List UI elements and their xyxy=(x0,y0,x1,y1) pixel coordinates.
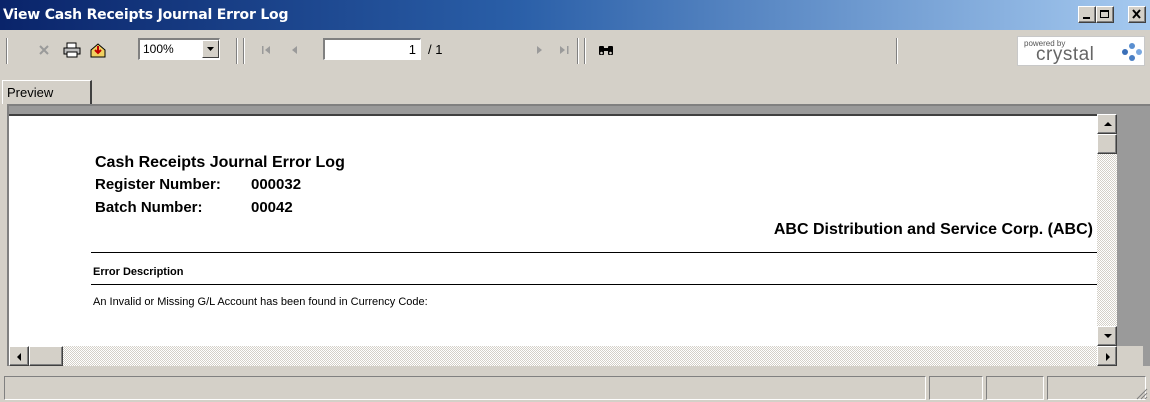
binoculars-icon xyxy=(599,46,613,55)
title-bar[interactable]: View Cash Receipts Journal Error Log xyxy=(0,0,1150,30)
chevron-down-icon xyxy=(207,47,214,51)
page-top-border xyxy=(9,114,1097,116)
report-viewer-window: View Cash Receipts Journal Error Log 100… xyxy=(0,0,1150,402)
error-description-header: Error Description xyxy=(93,266,184,278)
toolbar-separator xyxy=(584,38,586,64)
last-page-icon xyxy=(560,46,569,54)
register-number-value: 000032 xyxy=(251,176,302,193)
arrow-right-icon xyxy=(1106,353,1110,361)
batch-number-label: Batch Number: xyxy=(95,199,203,216)
status-bar xyxy=(0,372,1150,402)
maximize-button[interactable] xyxy=(1096,6,1114,23)
divider xyxy=(91,284,1097,285)
register-number-label: Register Number: xyxy=(95,176,221,193)
status-panel xyxy=(929,376,983,400)
vertical-scroll-thumb[interactable] xyxy=(1097,134,1117,154)
window-title: View Cash Receipts Journal Error Log xyxy=(3,7,289,23)
scroll-left-button[interactable] xyxy=(9,346,29,366)
crystal-dots-icon xyxy=(1122,43,1142,61)
toolbar-separator xyxy=(6,38,8,64)
next-page-button[interactable] xyxy=(530,40,550,60)
tab-preview[interactable]: Preview xyxy=(2,80,92,104)
tab-label: Preview xyxy=(7,85,54,100)
horizontal-scrollbar[interactable] xyxy=(9,346,1117,366)
close-x-icon xyxy=(39,45,49,55)
batch-number-value: 00042 xyxy=(251,199,293,216)
divider xyxy=(91,252,1097,253)
zoom-select[interactable]: 100% xyxy=(138,38,220,60)
zoom-value: 100% xyxy=(143,42,174,56)
company-name: ABC Distribution and Service Corp. (ABC) xyxy=(773,221,1093,238)
resize-grip-icon[interactable] xyxy=(1136,388,1148,400)
printer-icon xyxy=(63,42,81,58)
maximize-icon xyxy=(1100,10,1109,18)
next-page-icon xyxy=(537,46,542,54)
scrollbar-corner xyxy=(1117,346,1143,366)
previous-page-button[interactable] xyxy=(284,40,304,60)
toolbar-separator xyxy=(243,38,245,64)
first-page-button[interactable] xyxy=(256,40,276,60)
toolbar-separator xyxy=(236,38,238,64)
previous-page-icon xyxy=(292,46,297,54)
last-page-button[interactable] xyxy=(554,40,574,60)
status-panel xyxy=(986,376,1044,400)
status-panel xyxy=(1047,376,1146,400)
arrow-down-icon xyxy=(1104,334,1112,338)
toolbar-separator xyxy=(577,38,579,64)
scroll-right-button[interactable] xyxy=(1097,346,1117,366)
vertical-scrollbar[interactable] xyxy=(1097,114,1117,346)
search-button[interactable] xyxy=(596,40,616,60)
toolbar-separator xyxy=(896,38,898,64)
toolbar: 100% 1 / 1 powered by crystal xyxy=(0,30,1150,80)
minimize-icon xyxy=(1083,17,1090,19)
error-description-text: An Invalid or Missing G/L Account has be… xyxy=(93,296,428,308)
report-title: Cash Receipts Journal Error Log xyxy=(95,154,345,171)
page-total: / 1 xyxy=(428,42,443,57)
arrow-up-icon xyxy=(1104,122,1112,126)
first-page-icon xyxy=(262,46,270,54)
crystal-logo: powered by crystal xyxy=(1017,36,1145,66)
zoom-dropdown-button[interactable] xyxy=(202,40,219,58)
report-page: Cash Receipts Journal Error Log Register… xyxy=(9,114,1097,346)
close-icon xyxy=(1132,9,1141,19)
status-panel xyxy=(4,376,926,400)
minimize-button[interactable] xyxy=(1078,6,1096,23)
arrow-left-icon xyxy=(17,353,21,361)
crystal-brand-text: crystal xyxy=(1036,44,1095,65)
print-button[interactable] xyxy=(62,40,82,60)
export-icon xyxy=(90,43,106,58)
close-view-button[interactable] xyxy=(34,40,54,60)
horizontal-scroll-thumb[interactable] xyxy=(29,346,63,366)
scroll-up-button[interactable] xyxy=(1097,114,1117,134)
page-number-input[interactable]: 1 xyxy=(323,38,421,60)
scroll-down-button[interactable] xyxy=(1097,326,1117,346)
export-button[interactable] xyxy=(88,40,108,60)
close-button[interactable] xyxy=(1128,6,1146,23)
